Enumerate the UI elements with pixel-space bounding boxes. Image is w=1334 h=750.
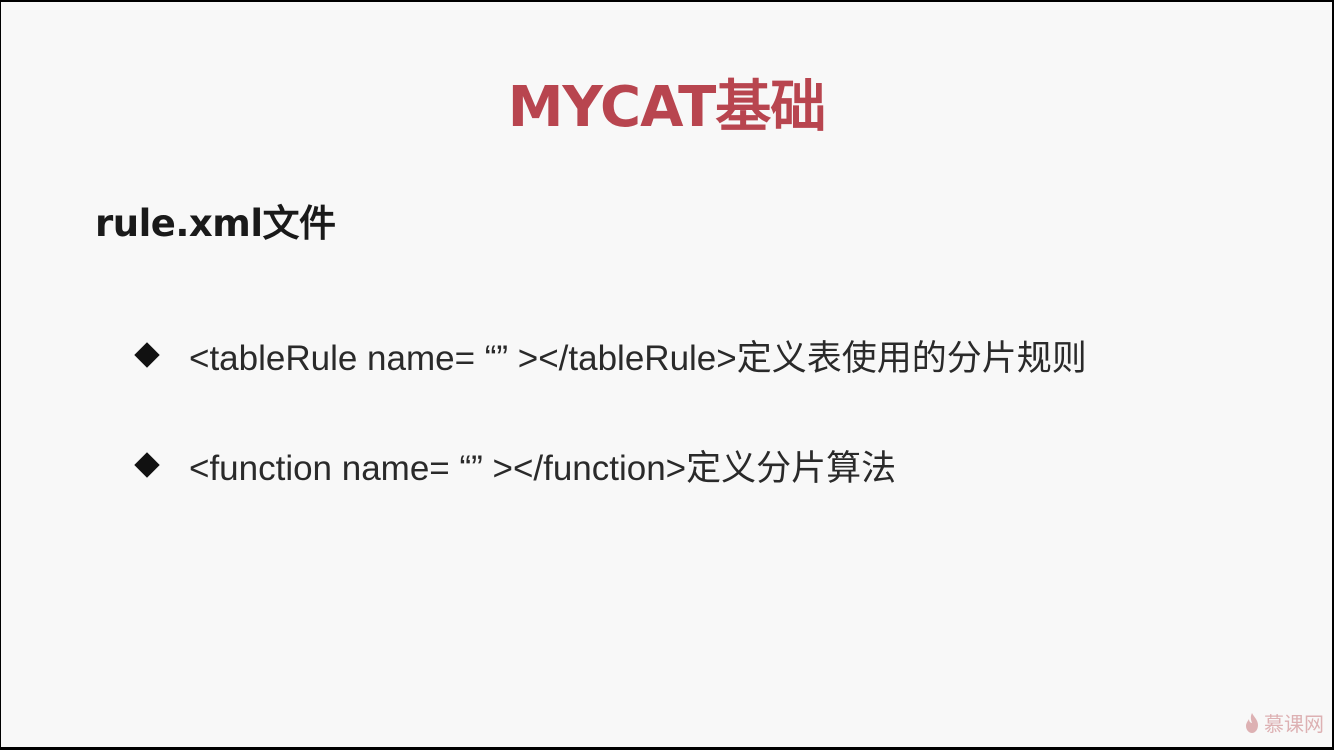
bullet-text: <tableRule name= “” ></tableRule>定义表使用的分… — [189, 338, 1087, 378]
slide-subtitle: rule.xml文件 — [95, 202, 336, 245]
diamond-bullet-icon — [134, 342, 160, 368]
list-item: <tableRule name= “” ></tableRule>定义表使用的分… — [133, 332, 1087, 378]
watermark-text: 慕课网 — [1264, 712, 1324, 736]
video-frame: MYCAT基础 rule.xml文件 <tableRule name= “” >… — [0, 0, 1334, 750]
list-item: <function name= “” ></function>定义分片算法 — [133, 442, 1087, 488]
watermark: 慕课网 — [1244, 708, 1324, 737]
flame-icon — [1246, 712, 1258, 733]
diamond-bullet-icon — [134, 452, 160, 478]
slide-title: MYCAT基础 — [507, 75, 827, 140]
presentation-slide: MYCAT基础 rule.xml文件 <tableRule name= “” >… — [1, 2, 1332, 747]
bullet-text: <function name= “” ></function>定义分片算法 — [189, 448, 897, 488]
bullet-list: <tableRule name= “” ></tableRule>定义表使用的分… — [133, 332, 1087, 552]
